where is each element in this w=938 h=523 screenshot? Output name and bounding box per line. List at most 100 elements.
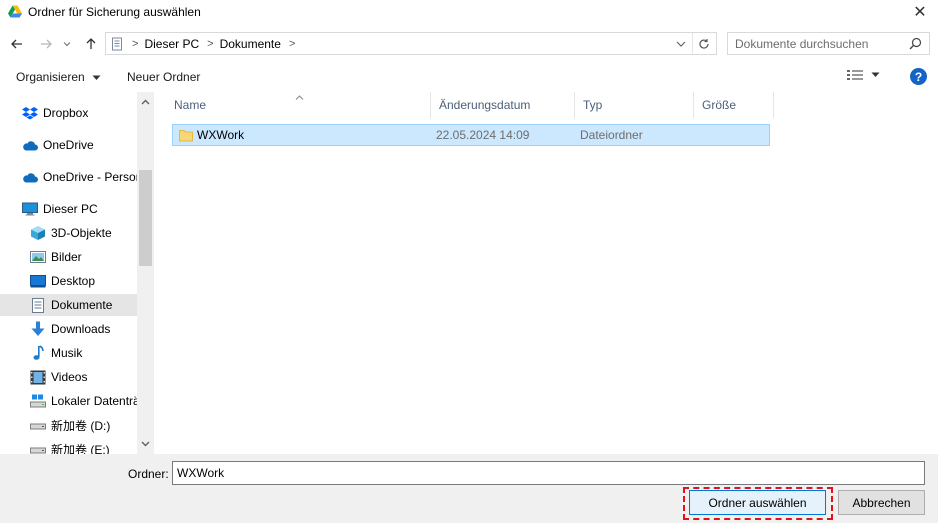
sidebar-item-dropbox[interactable]: Dropbox	[0, 102, 137, 124]
music-icon	[30, 345, 46, 361]
cloud-icon	[22, 169, 38, 185]
folder-field-label: Ordner:	[128, 467, 169, 481]
breadcrumb-separator: >	[288, 37, 296, 50]
help-icon: ?	[914, 69, 923, 84]
sidebar-item-label: Lokaler Datenträger (C:)	[51, 394, 137, 408]
sidebar-item-label: OneDrive	[43, 138, 94, 152]
chevron-up-icon	[141, 99, 150, 105]
sidebar-item-this-pc[interactable]: Dieser PC	[0, 198, 137, 220]
column-header-label: Änderungsdatum	[439, 98, 531, 112]
sidebar-item-label: Dropbox	[43, 106, 89, 120]
sidebar-item-videos[interactable]: Videos	[0, 366, 137, 388]
sidebar-item-volume-e[interactable]: 新加卷 (E:)	[0, 438, 137, 454]
column-header-size[interactable]: Größe	[694, 92, 774, 118]
chevron-down-icon	[676, 41, 686, 47]
close-icon: ✕	[913, 4, 927, 21]
help-button[interactable]: ?	[910, 68, 927, 85]
navigation-pane: Dropbox OneDrive OneDrive - Personal Die…	[0, 92, 155, 454]
download-icon	[30, 321, 46, 337]
title-bar: Ordner für Sicherung auswählen ✕	[0, 0, 938, 24]
organize-menu-button[interactable]: Organisieren	[16, 70, 101, 84]
google-drive-icon	[8, 5, 22, 18]
column-header-modified[interactable]: Änderungsdatum	[431, 92, 575, 118]
sidebar-item-documents[interactable]: Dokumente	[0, 294, 137, 316]
documents-icon	[30, 297, 46, 313]
highlight-annotation	[683, 487, 833, 520]
view-options-button[interactable]	[847, 69, 880, 81]
scroll-down-button[interactable]	[137, 436, 154, 452]
chevron-down-icon	[141, 441, 150, 447]
drive-icon	[30, 441, 46, 454]
scroll-up-button[interactable]	[137, 94, 154, 110]
sidebar-item-volume-d[interactable]: 新加卷 (D:)	[0, 414, 137, 436]
column-header-label: Größe	[702, 98, 737, 112]
chevron-down-icon	[63, 42, 71, 47]
sidebar-item-3d-objects[interactable]: 3D-Objekte	[0, 222, 137, 244]
breadcrumb-this-pc[interactable]: Dieser PC	[144, 37, 199, 51]
forward-button[interactable]	[36, 34, 56, 54]
sidebar-item-onedrive-personal[interactable]: OneDrive - Personal	[0, 166, 137, 188]
breadcrumb-separator: >	[207, 37, 214, 50]
sidebar-item-label: Desktop	[51, 274, 96, 288]
up-button[interactable]	[81, 34, 101, 54]
address-history-button[interactable]	[672, 33, 690, 54]
breadcrumb-documents[interactable]: Dokumente	[220, 37, 281, 51]
new-folder-label: Neuer Ordner	[127, 70, 201, 84]
close-button[interactable]: ✕	[902, 0, 938, 24]
pictures-icon	[30, 249, 46, 265]
caret-down-icon	[92, 75, 101, 80]
cube-icon	[30, 225, 46, 241]
breadcrumb-separator: >	[132, 37, 139, 50]
arrow-left-icon	[11, 39, 22, 49]
sidebar-item-onedrive[interactable]: OneDrive	[0, 134, 137, 156]
sidebar-item-label: 新加卷 (E:)	[51, 442, 110, 455]
back-button[interactable]	[7, 34, 27, 54]
sidebar-item-label: OneDrive - Personal	[43, 170, 137, 184]
navigation-scrollbar[interactable]	[137, 92, 154, 454]
search-placeholder: Dokumente durchsuchen	[735, 36, 869, 51]
video-icon	[30, 369, 46, 385]
file-row[interactable]: WXWork 22.05.2024 14:09 Dateiordner	[172, 124, 770, 146]
computer-icon	[22, 201, 38, 217]
sidebar-item-local-disk-c[interactable]: Lokaler Datenträger (C:)	[0, 390, 137, 412]
documents-icon	[112, 37, 122, 50]
dropbox-icon	[22, 105, 38, 121]
column-header-label: Name	[174, 98, 207, 112]
window-title: Ordner für Sicherung auswählen	[28, 5, 201, 19]
sidebar-item-downloads[interactable]: Downloads	[0, 318, 137, 340]
desktop-icon	[30, 273, 46, 289]
sidebar-item-music[interactable]: Musik	[0, 342, 137, 364]
sidebar-item-label: Videos	[51, 370, 88, 384]
search-input[interactable]: Dokumente durchsuchen	[727, 32, 930, 55]
drive-icon	[30, 393, 46, 409]
refresh-icon	[698, 38, 709, 49]
sidebar-item-desktop[interactable]: Desktop	[0, 270, 137, 292]
address-row: > Dieser PC > Dokumente > Dokumente durc…	[0, 30, 938, 58]
arrow-up-icon	[86, 38, 96, 49]
recent-locations-button[interactable]	[60, 34, 74, 54]
new-folder-button[interactable]: Neuer Ordner	[127, 70, 200, 84]
sidebar-item-label: Downloads	[51, 322, 111, 336]
address-bar[interactable]: > Dieser PC > Dokumente >	[105, 32, 717, 55]
sidebar-item-pictures[interactable]: Bilder	[0, 246, 137, 268]
cancel-button[interactable]: Abbrechen	[838, 490, 925, 515]
column-header-type[interactable]: Typ	[575, 92, 694, 118]
sidebar-item-label: Bilder	[51, 250, 82, 264]
sidebar-item-label: Dieser PC	[43, 202, 98, 216]
search-icon	[909, 37, 922, 50]
sidebar-item-label: Musik	[51, 346, 83, 360]
sidebar-item-label: 新加卷 (D:)	[51, 418, 111, 433]
file-type: Dateiordner	[580, 128, 643, 142]
folder-icon	[179, 130, 193, 142]
sidebar-item-label: 3D-Objekte	[51, 226, 112, 240]
details-view-icon	[847, 70, 863, 80]
column-header-label: Typ	[583, 98, 603, 112]
arrow-right-icon	[41, 39, 52, 49]
scroll-thumb[interactable]	[139, 170, 152, 266]
refresh-button[interactable]	[692, 33, 714, 54]
organize-label: Organisieren	[16, 70, 85, 84]
file-modified: 22.05.2024 14:09	[436, 128, 530, 142]
file-name: WXWork	[197, 128, 245, 142]
column-header-name[interactable]: Name	[166, 92, 431, 118]
folder-name-input[interactable]	[172, 461, 925, 485]
